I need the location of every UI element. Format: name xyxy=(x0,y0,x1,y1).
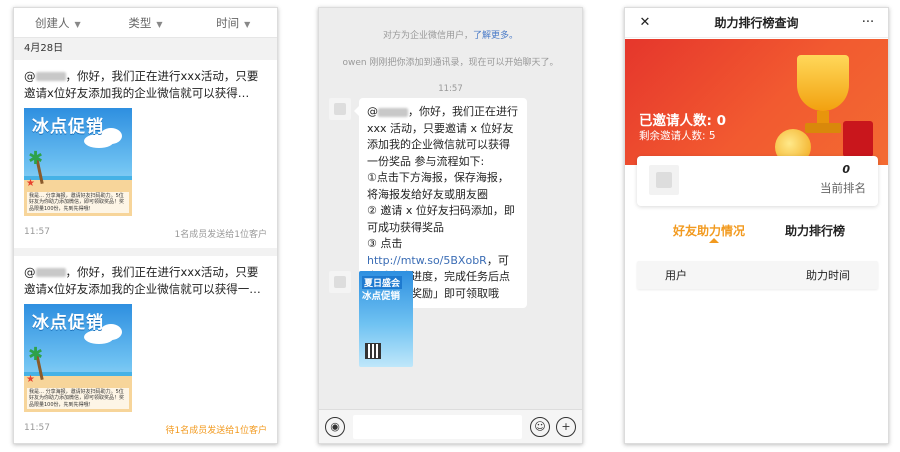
invited-count: 已邀请人数: 0 xyxy=(639,113,726,129)
message-footer: 11:57 1名成员发送给1位客户 xyxy=(24,227,267,240)
poster-image[interactable]: 冰点促销 ✱ ★ 我是… 分享海报，邀请好友扫码助力。5位好友为你助力添加微信，… xyxy=(24,304,132,412)
starfish-icon: ★ xyxy=(26,178,35,189)
message-text: @ ，你好，我们正在进行xxx活动，只要邀请x位好友添加我的企业微信就可以获得… xyxy=(24,68,267,102)
poster-image[interactable]: 夏日盛会 冰点促销 xyxy=(359,271,413,367)
notice-text: 对方为企业微信用户， xyxy=(382,31,473,41)
filter-creator-label: 创建人 xyxy=(35,15,70,30)
message-card[interactable]: @ ，你好，我们正在进行xxx活动，只要邀请x位好友添加我的企业微信就可以获得… … xyxy=(14,60,277,248)
mention-prefix: @ xyxy=(24,69,36,83)
added-notice: owen 刚刚把你添加到通讯录，现在可以开始聊天了。 xyxy=(342,58,559,68)
starfish-icon: ★ xyxy=(26,374,35,385)
current-rank-card: 0 当前排名 xyxy=(637,156,878,206)
group-message-list-screen: 创建人 ▼ 类型 ▼ 时间 ▼ 4月28日 @ ，你好，我们正在进行xxx活动，只要邀请… xyxy=(13,7,278,444)
chat-message-image: 夏日盛会 冰点促销 xyxy=(329,271,413,367)
emoji-button[interactable]: ☺ xyxy=(530,416,550,437)
chevron-down-icon: ▼ xyxy=(74,19,81,29)
ranking-query-screen: ✕ 助力排行榜查询 ··· 已邀请人数: 0 剩余邀请人数: 5 0 当前排名 … xyxy=(624,7,889,444)
bubble-step1: ①点击下方海报，保存海报，将海报发给好友或朋友圈 xyxy=(367,171,509,201)
qr-code-icon xyxy=(365,343,381,359)
rank-label: 当前排名 xyxy=(820,181,866,195)
assist-table-header: 用户 助力时间 xyxy=(637,261,878,289)
poster-title: 冰点促销 xyxy=(32,117,104,137)
plus-icon: + xyxy=(561,420,571,433)
mention-prefix: @ xyxy=(24,265,36,279)
bubble-step3-prefix: ③ 点击 xyxy=(367,237,403,250)
invite-banner: 已邀请人数: 0 剩余邀请人数: 5 xyxy=(625,39,888,165)
filter-creator[interactable]: 创建人 ▼ xyxy=(14,15,102,31)
message-time: 11:57 xyxy=(24,423,50,433)
date-label: 4月28日 xyxy=(14,38,277,60)
close-icon[interactable]: ✕ xyxy=(635,15,655,30)
enterprise-notice: 对方为企业微信用户，了解更多。 xyxy=(319,28,582,41)
tab-friend-assist[interactable]: 好友助力情况 xyxy=(673,222,745,239)
voice-icon: ◉ xyxy=(330,420,340,433)
poster-image[interactable]: 冰点促销 ✱ ★ 我是… 分享海报，邀请好友扫码助力。5位好友为你助力添加微信，… xyxy=(24,108,132,216)
chevron-down-icon: ▼ xyxy=(244,19,251,29)
emoji-icon: ☺ xyxy=(534,420,546,433)
voice-button[interactable]: ◉ xyxy=(325,416,345,437)
send-status-pending[interactable]: 待1名成员发送给1位客户 xyxy=(166,423,267,436)
column-assist-time: 助力时间 xyxy=(806,269,850,282)
nav-bar: ✕ 助力排行榜查询 ··· xyxy=(625,8,888,38)
filter-time-label: 时间 xyxy=(216,15,240,30)
avatar[interactable] xyxy=(329,98,351,120)
chat-input-bar: ◉ ☺ + xyxy=(319,409,582,443)
poster-note: 我是… 分享海报，邀请好友扫码助力。5位好友为你助力添加微信，即可领取奖品！奖品… xyxy=(27,387,129,409)
mention-prefix: @ xyxy=(367,105,378,118)
avatar[interactable] xyxy=(329,271,351,293)
message-text: @ ，你好，我们正在进行xxx活动，只要邀请x位好友添加我的企业微信就可以获得一… xyxy=(24,264,267,298)
remaining-count: 剩余邀请人数: 5 xyxy=(639,130,716,142)
blurred-name xyxy=(35,268,66,277)
page-title: 助力排行榜查询 xyxy=(714,16,799,30)
avatar-placeholder-icon xyxy=(656,172,672,188)
tab-ranking[interactable]: 助力排行榜 xyxy=(785,222,845,239)
learn-more-link[interactable]: 了解更多。 xyxy=(473,31,518,41)
blurred-name xyxy=(35,72,66,81)
message-input[interactable] xyxy=(353,414,522,439)
message-time: 11:57 xyxy=(24,227,50,237)
blurred-name xyxy=(378,107,408,117)
send-status: 1名成员发送给1位客户 xyxy=(174,230,267,240)
filter-type[interactable]: 类型 ▼ xyxy=(102,15,190,31)
more-icon[interactable]: ··· xyxy=(858,15,878,30)
poster-title: 冰点促销 xyxy=(32,313,104,333)
trophy-icon xyxy=(797,55,849,111)
rank-value: 0 xyxy=(842,163,850,176)
message-card[interactable]: @ ，你好，我们正在进行xxx活动，只要邀请x位好友添加我的企业微信就可以获得一…… xyxy=(14,256,277,443)
poster-title-2: 冰点促销 xyxy=(362,291,401,302)
palm-icon: ✱ xyxy=(28,148,44,169)
filter-time[interactable]: 时间 ▼ xyxy=(189,15,277,31)
bubble-step2: ② 邀请 x 位好友扫码添加，即可成功获得奖品 xyxy=(367,204,515,234)
avatar xyxy=(649,165,679,195)
avatar-placeholder-icon xyxy=(334,276,346,288)
filter-bar: 创建人 ▼ 类型 ▼ 时间 ▼ xyxy=(14,8,277,38)
more-actions-button[interactable]: + xyxy=(556,416,576,437)
chevron-down-icon: ▼ xyxy=(156,19,163,29)
tabs: 好友助力情况 助力排行榜 xyxy=(625,222,888,248)
column-user: 用户 xyxy=(665,269,687,282)
avatar-placeholder-icon xyxy=(334,103,346,115)
active-tab-indicator xyxy=(709,238,719,243)
poster-note: 我是… 分享海报，邀请好友扫码助力。5位好友为你助力添加微信，即可领取奖品！奖品… xyxy=(27,191,129,213)
filter-type-label: 类型 xyxy=(128,15,152,30)
red-envelope-icon xyxy=(843,121,873,157)
message-footer: 11:57 待1名成员发送给1位客户 xyxy=(24,423,267,436)
palm-icon: ✱ xyxy=(28,344,44,365)
chat-screen: 对方为企业微信用户，了解更多。 owen 刚刚把你添加到通讯录，现在可以开始聊天… xyxy=(318,7,583,444)
task-progress-link[interactable]: http://mtw.so/5BXobR xyxy=(367,254,487,267)
chat-time: 11:57 xyxy=(438,84,463,94)
